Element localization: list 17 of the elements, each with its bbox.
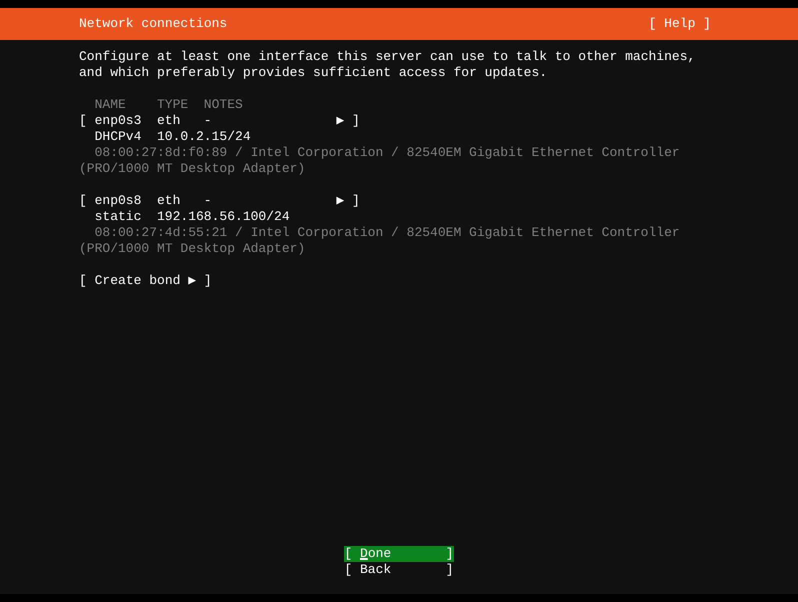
ip-address: 192.168.56.100/24	[157, 209, 290, 225]
hardware-info: 08:00:27:4d:55:21 / Intel Corporation / 82540EM Gigabit Ethernet Controller (PRO/1000 MT Desktop Adapter)	[79, 225, 681, 257]
column-header: NOTES	[204, 97, 243, 112]
done-button[interactable]: [ Done ]	[344, 546, 454, 562]
back-button[interactable]: [ Back ]	[344, 562, 454, 578]
hardware-info: 08:00:27:8d:f0:89 / Intel Corporation / 82540EM Gigabit Ethernet Controller (PRO/1000 MT Desktop Adapter)	[79, 145, 681, 177]
address-method: DHCPv4	[94, 129, 142, 145]
help-button[interactable]: [ Help ]	[648, 16, 711, 32]
column-header: NAME	[94, 97, 126, 112]
address-method: static	[94, 209, 142, 225]
description-text: Configure at least one interface this server can use to talk to other machines, and which preferably provides sufficient access for updates.	[79, 49, 696, 81]
create-bond-button[interactable]: [ Create bond ▶ ]	[79, 273, 212, 289]
column-header: TYPE	[157, 97, 188, 112]
interface-row[interactable]: [ enp0s8 eth - ▶ ]	[79, 193, 360, 209]
ip-address: 10.0.2.15/24	[157, 129, 251, 145]
interface-row[interactable]: [ enp0s3 eth - ▶ ]	[79, 113, 360, 129]
window-title: Network connections	[79, 16, 228, 32]
